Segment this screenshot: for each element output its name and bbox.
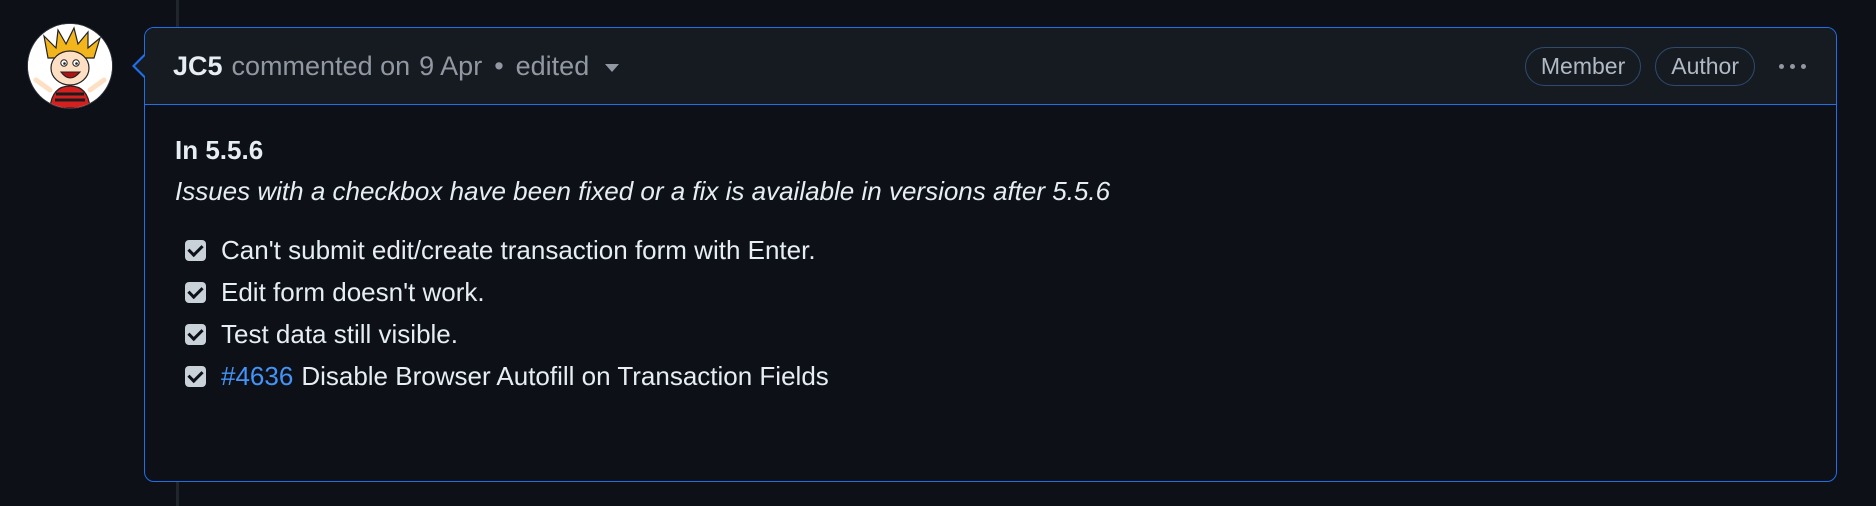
task-text: Edit form doesn't work. bbox=[221, 276, 485, 307]
task-checkbox[interactable] bbox=[185, 365, 206, 387]
task-item: Test data still visible. bbox=[175, 313, 1806, 355]
issue-link[interactable]: #4636 bbox=[221, 361, 293, 392]
author-badge: Author bbox=[1655, 46, 1755, 86]
avatar[interactable] bbox=[28, 24, 112, 108]
edited-label: edited bbox=[515, 50, 590, 81]
separator-dot: • bbox=[494, 50, 504, 81]
avatar-image bbox=[28, 24, 112, 108]
comment-header: JC5 commented on 9 Apr • edited Member A… bbox=[145, 28, 1836, 105]
comment-date[interactable]: 9 Apr bbox=[419, 51, 482, 82]
comment-author[interactable]: JC5 bbox=[173, 51, 223, 82]
task-text: Test data still visible. bbox=[221, 318, 458, 349]
comment-action: commented on bbox=[231, 50, 411, 81]
task-checkbox[interactable] bbox=[185, 323, 206, 345]
comment-subtitle: Issues with a checkbox have been fixed o… bbox=[175, 176, 1111, 206]
task-text: Can't submit edit/create transaction for… bbox=[221, 234, 816, 265]
comment-caret-fill bbox=[135, 54, 147, 78]
task-item: Edit form doesn't work. bbox=[175, 271, 1806, 313]
kebab-horizontal-icon[interactable] bbox=[1777, 58, 1808, 75]
task-list: Can't submit edit/create transaction for… bbox=[175, 229, 1806, 397]
comment-box: JC5 commented on 9 Apr • edited Member A… bbox=[132, 27, 1837, 482]
task-text: Disable Browser Autofill on Transaction … bbox=[301, 360, 829, 391]
comment-body: In 5.5.6 Issues with a checkbox have bee… bbox=[145, 105, 1836, 397]
chevron-down-icon bbox=[605, 64, 620, 72]
comment-heading: In 5.5.6 bbox=[175, 135, 264, 165]
task-checkbox[interactable] bbox=[185, 281, 206, 303]
task-item: #4636 Disable Browser Autofill on Transa… bbox=[175, 355, 1806, 397]
member-badge: Member bbox=[1524, 46, 1642, 86]
task-checkbox[interactable] bbox=[185, 239, 206, 261]
edited-dropdown[interactable]: edited bbox=[516, 51, 620, 82]
task-item: Can't submit edit/create transaction for… bbox=[175, 229, 1806, 271]
